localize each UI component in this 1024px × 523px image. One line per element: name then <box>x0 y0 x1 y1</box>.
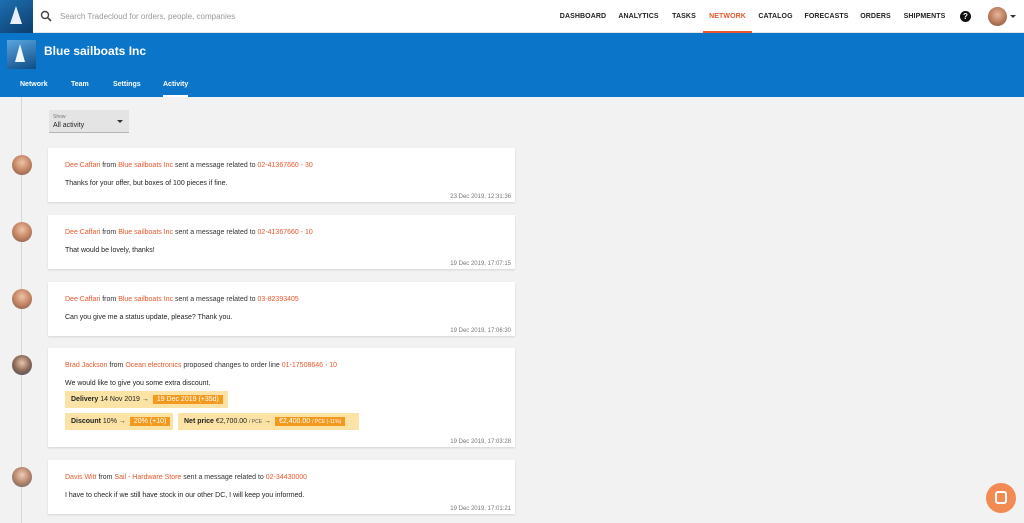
arrow-icon: → <box>118 418 126 425</box>
search-input[interactable] <box>60 9 380 24</box>
new-price: €2,400.00 <box>279 418 311 425</box>
order-ref-link[interactable]: 02-41367660 - 30 <box>258 162 313 169</box>
activity-card: Dee Caffari from Blue sailboats Inc sent… <box>48 215 515 269</box>
nav-analytics[interactable]: ANALYTICS <box>614 0 663 33</box>
activity-card: Dee Caffari from Blue sailboats Inc sent… <box>48 148 515 202</box>
company-link[interactable]: Blue sailboats Inc <box>118 229 173 236</box>
from-text: from <box>102 162 117 169</box>
change-label: Net price <box>184 418 214 425</box>
activity-header: Dee Caffari from Blue sailboats Inc sent… <box>65 162 313 169</box>
company-link[interactable]: Ocean electronics <box>125 362 181 369</box>
message-text: Can you give me a status update, please?… <box>65 314 233 321</box>
order-ref-link[interactable]: 02-34430000 <box>266 474 307 481</box>
old-value: 14 Nov 2019 <box>100 396 140 403</box>
new-value: €2,400.00 / PCE (-11%) <box>275 417 346 426</box>
timestamp: 23 Dec 2019, 12:31:36 <box>450 194 511 200</box>
company-link[interactable]: Blue sailboats Inc <box>118 296 173 303</box>
nav-shipments[interactable]: SHIPMENTS <box>899 0 950 33</box>
chat-button[interactable] <box>986 483 1016 513</box>
message-text: Thanks for your offer, but boxes of 100 … <box>65 180 228 187</box>
message-text: I have to check if we still have stock i… <box>65 492 305 499</box>
chat-icon <box>995 491 1007 504</box>
user-link[interactable]: Dee Caffari <box>65 162 100 169</box>
nav-catalog[interactable]: CATALOG <box>756 0 795 33</box>
arrow-icon: → <box>141 396 149 403</box>
dropdown-arrow-icon <box>117 120 123 123</box>
tab-team[interactable]: Team <box>71 73 89 97</box>
nav-orders[interactable]: ORDERS <box>857 0 894 33</box>
timestamp: 19 Dec 2019, 17:06:30 <box>450 328 511 334</box>
user-avatar[interactable] <box>988 7 1007 26</box>
company-logo <box>7 40 36 69</box>
new-unit: / PCE (-11%) <box>312 419 342 425</box>
old-unit: / PCE <box>249 419 263 425</box>
order-ref-link[interactable]: 02-41367660 - 10 <box>258 229 313 236</box>
tradecloud-logo[interactable] <box>0 0 33 33</box>
action-text: sent a message related to <box>175 229 256 236</box>
action-text: sent a message related to <box>175 296 256 303</box>
company-link[interactable]: Blue sailboats Inc <box>118 162 173 169</box>
activity-header: Dee Caffari from Blue sailboats Inc sent… <box>65 296 299 303</box>
user-link[interactable]: Brad Jackson <box>65 362 107 369</box>
help-icon[interactable]: ? <box>960 11 971 22</box>
activity-card: Brad Jackson from Ocean electronics prop… <box>48 348 515 447</box>
avatar[interactable] <box>12 222 32 242</box>
activity-card: Dee Caffari from Blue sailboats Inc sent… <box>48 282 515 336</box>
company-link[interactable]: Sail - Hardware Store <box>114 474 181 481</box>
from-text: from <box>102 296 117 303</box>
tab-settings[interactable]: Settings <box>113 73 141 97</box>
company-name: Blue sailboats Inc <box>44 44 147 58</box>
user-link[interactable]: Davis Witt <box>65 474 97 481</box>
timestamp: 19 Dec 2019, 17:03:28 <box>450 439 511 445</box>
top-bar: DASHBOARD ANALYTICS TASKS NETWORK CATALO… <box>0 0 1024 33</box>
company-header: Blue sailboats Inc Network Team Settings… <box>0 33 1024 97</box>
user-link[interactable]: Dee Caffari <box>65 296 100 303</box>
user-link[interactable]: Dee Caffari <box>65 229 100 236</box>
action-text: sent a message related to <box>183 474 264 481</box>
chevron-down-icon[interactable] <box>1010 15 1016 18</box>
avatar[interactable] <box>12 355 32 375</box>
arrow-icon: → <box>264 418 272 425</box>
avatar[interactable] <box>12 467 32 487</box>
avatar[interactable] <box>12 155 32 175</box>
new-value: 19 Dec 2019 (+35d) <box>152 395 223 404</box>
nav-forecasts[interactable]: FORECASTS <box>801 0 852 33</box>
delivery-change-chip: Delivery 14 Nov 2019 → 19 Dec 2019 (+35d… <box>65 391 228 408</box>
message-text: We would like to give you some extra dis… <box>65 380 211 387</box>
nav-network[interactable]: NETWORK <box>703 0 752 33</box>
order-ref-link[interactable]: 03-82393405 <box>258 296 299 303</box>
change-label: Delivery <box>71 396 99 403</box>
from-text: from <box>102 229 117 236</box>
tab-network[interactable]: Network <box>20 73 48 97</box>
message-text: That would be lovely, thanks! <box>65 247 155 254</box>
timestamp: 19 Dec 2019, 17:07:15 <box>450 261 511 267</box>
from-text: from <box>98 474 113 481</box>
action-text: proposed changes to order line <box>183 362 280 369</box>
action-text: sent a message related to <box>175 162 256 169</box>
change-label: Discount <box>71 418 101 425</box>
activity-header: Brad Jackson from Ocean electronics prop… <box>65 362 337 369</box>
tab-activity[interactable]: Activity <box>163 73 189 97</box>
activity-filter-select[interactable]: Show All activity <box>49 110 129 133</box>
nav-dashboard[interactable]: DASHBOARD <box>557 0 609 33</box>
filter-label: Show <box>53 114 66 120</box>
activity-header: Dee Caffari from Blue sailboats Inc sent… <box>65 229 313 236</box>
avatar[interactable] <box>12 289 32 309</box>
old-value: €2,700.00 <box>215 418 248 425</box>
old-value: 10% <box>102 418 117 425</box>
order-ref-link[interactable]: 01-17508646 - 10 <box>282 362 337 369</box>
discount-change-chip: Discount 10% → 20% (+10) <box>65 413 173 430</box>
new-value: 20% (+10) <box>129 417 171 426</box>
filter-value: All activity <box>53 122 85 129</box>
activity-header: Davis Witt from Sail - Hardware Store se… <box>65 474 307 481</box>
nav-tasks[interactable]: TASKS <box>668 0 700 33</box>
activity-card: Davis Witt from Sail - Hardware Store se… <box>48 460 515 514</box>
timestamp: 19 Dec 2019, 17:01:21 <box>450 506 511 512</box>
net-price-change-chip: Net price €2,700.00 / PCE → €2,400.00 / … <box>178 413 359 430</box>
from-text: from <box>109 362 124 369</box>
search-icon[interactable] <box>40 10 52 22</box>
